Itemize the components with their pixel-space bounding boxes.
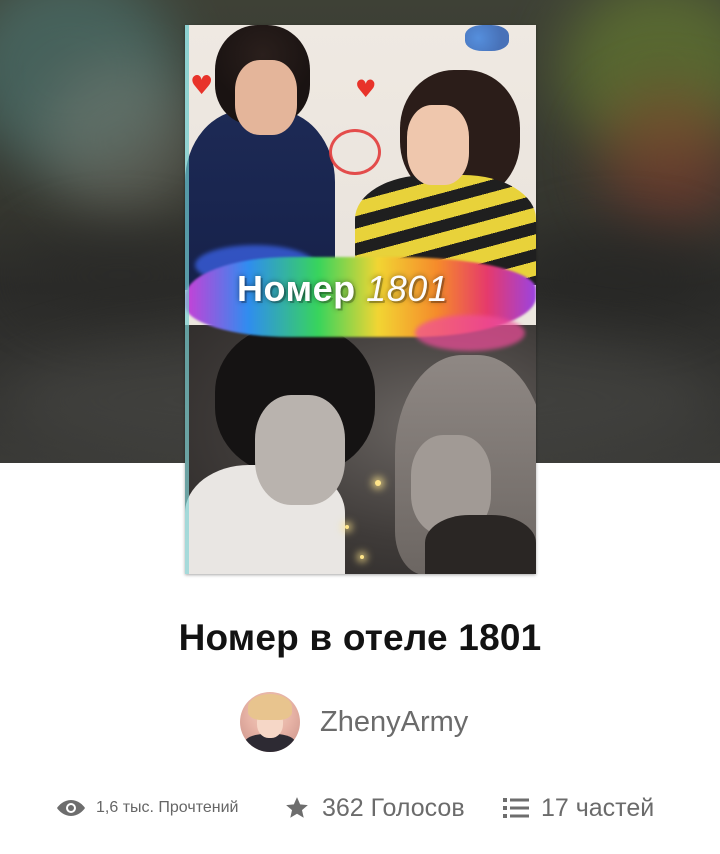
heart-icon: ♥ xyxy=(355,75,377,103)
votes-count: 362 Голосов xyxy=(322,793,465,822)
parts-count[interactable]: 17 частей xyxy=(541,794,654,823)
heart-icon: ♥ xyxy=(190,71,214,101)
votes-stat: 362 Голосов xyxy=(284,788,465,828)
heart-outline-icon xyxy=(329,129,381,175)
story-cover-image[interactable]: ♥ ♥ Номер 1801 xyxy=(185,25,536,574)
list-icon xyxy=(503,797,529,819)
eye-icon xyxy=(56,798,86,818)
reads-stat: 1,6 тыс. Прочтений xyxy=(56,788,238,828)
author-avatar[interactable] xyxy=(240,692,300,752)
story-stats: 1,6 тыс. Прочтений 362 Голосов 17 частей xyxy=(0,788,720,828)
cover-title-text: Номер 1801 xyxy=(237,268,449,309)
story-details-screen: ♥ ♥ Номер 1801 Номер в отеле 1801 ZhenyA… xyxy=(0,0,720,854)
star-icon xyxy=(284,795,310,821)
butterfly-icon xyxy=(465,25,509,51)
parts-stat[interactable]: 17 частей xyxy=(503,788,654,828)
reads-count: 1,6 тыс. Прочтений xyxy=(96,799,239,816)
author-name[interactable]: ZhenyArmy xyxy=(320,706,468,739)
story-title: Номер в отеле 1801 xyxy=(178,617,542,658)
author-link[interactable]: ZhenyArmy xyxy=(240,692,468,752)
